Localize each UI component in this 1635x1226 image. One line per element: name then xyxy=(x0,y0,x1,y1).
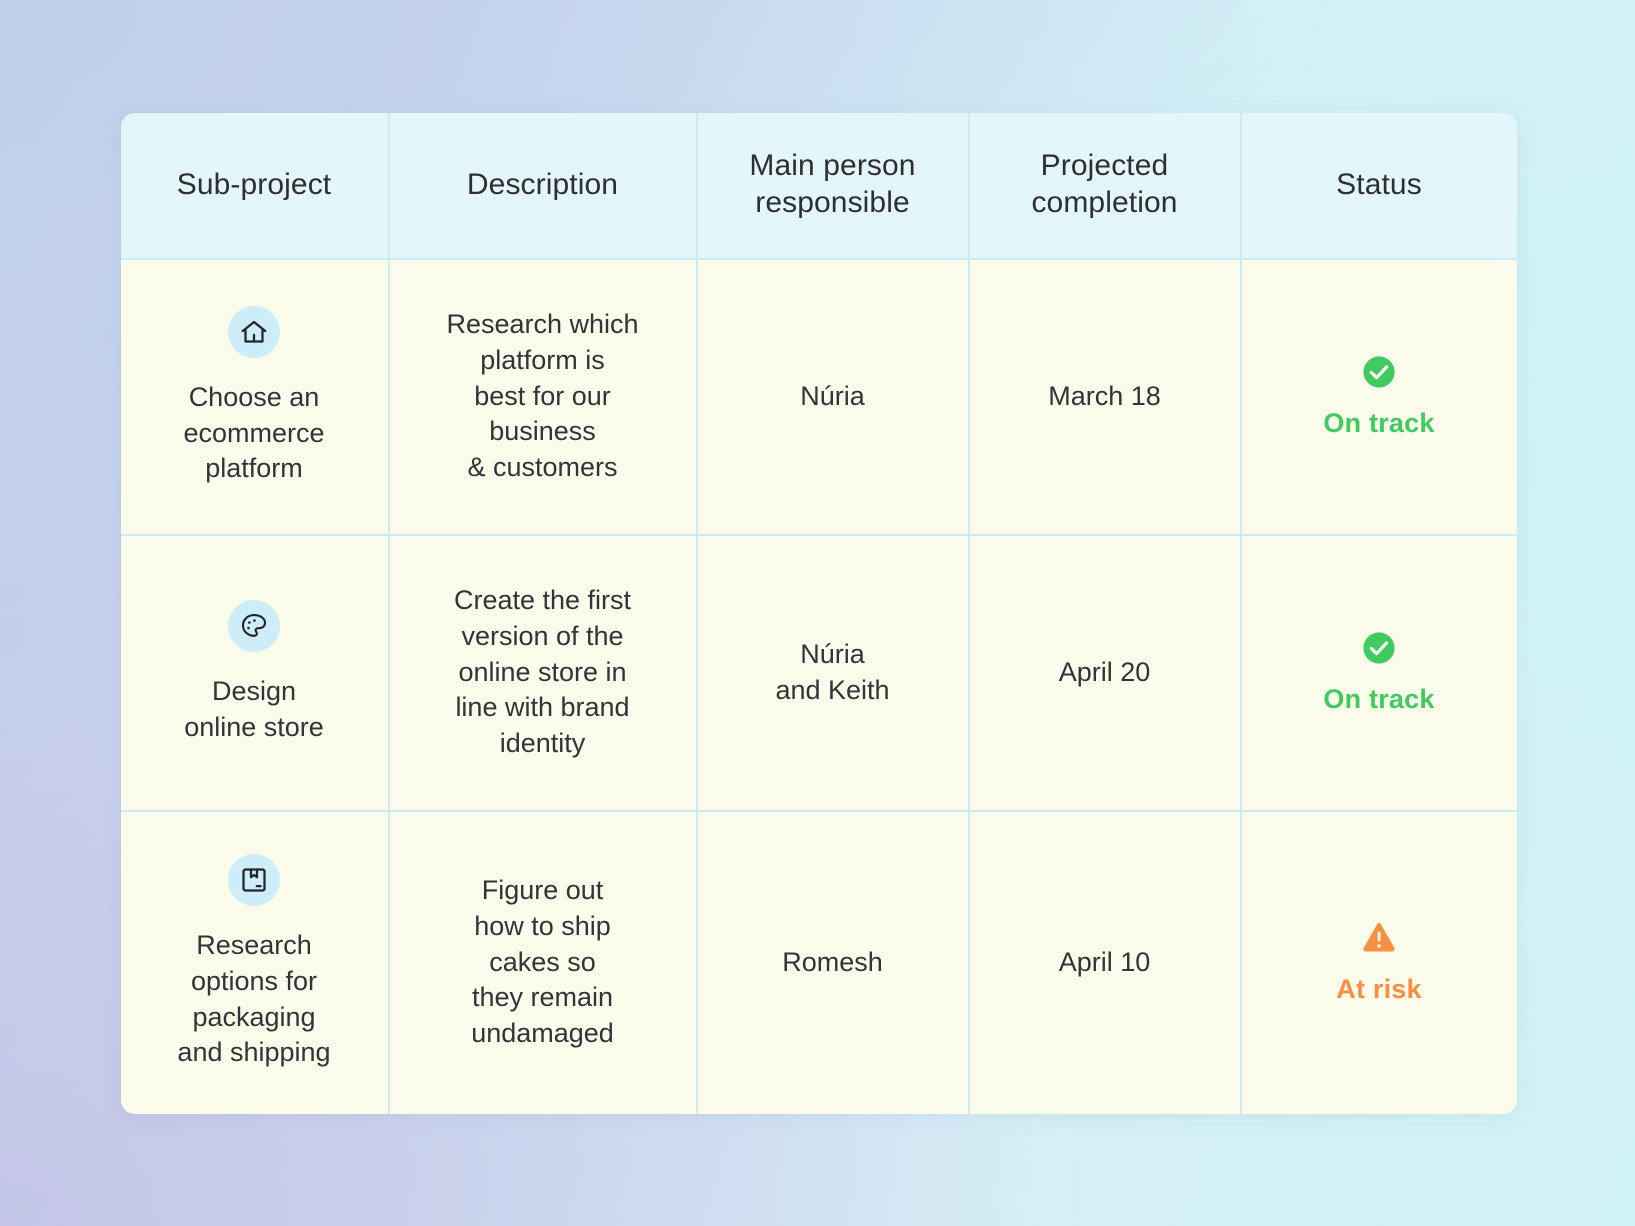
sub-project-line: Choose an xyxy=(188,381,320,412)
header-sub-project: Sub-project xyxy=(121,112,390,258)
description-line: undamaged xyxy=(471,1018,614,1049)
status-label: On track xyxy=(1323,683,1435,714)
warning-triangle-icon xyxy=(1361,921,1397,960)
description-line: they remain xyxy=(471,982,614,1013)
description-line: Research which xyxy=(446,308,639,339)
person-line: and Keith xyxy=(775,674,890,705)
header-projected-line2: completion xyxy=(1031,186,1178,219)
header-status-label: Status xyxy=(1336,167,1422,201)
sub-project-text: Choose an ecommerce platform xyxy=(183,380,324,488)
sub-project-line: Research xyxy=(196,929,312,960)
cell-person: Núria xyxy=(698,259,970,534)
sub-project-line: platform xyxy=(205,453,303,484)
completion-text: April 20 xyxy=(1058,656,1151,687)
table-row: Choose an ecommerce platform Research wh… xyxy=(120,257,1517,534)
description-line: business xyxy=(489,416,596,447)
cell-completion: April 10 xyxy=(970,811,1242,1114)
header-main-person-line2: responsible xyxy=(755,186,910,219)
sub-project-line: Design xyxy=(211,675,297,706)
completion-text: March 18 xyxy=(1048,380,1161,411)
sub-project-text: Research options for packaging and shipp… xyxy=(177,928,330,1072)
description-line: line with brand xyxy=(455,692,630,723)
sub-project-line: and shipping xyxy=(177,1037,331,1068)
project-status-table: Sub-project Description Main person resp… xyxy=(120,112,1517,1114)
sub-project-line: options for xyxy=(190,965,318,996)
person-text: Núria and Keith xyxy=(775,637,889,709)
person-line: Núria xyxy=(800,380,865,411)
description-text: Research which platform is best for our … xyxy=(446,307,638,487)
header-status: Status xyxy=(1242,113,1517,258)
table-row: Research options for packaging and shipp… xyxy=(120,809,1517,1114)
status-badge: On track xyxy=(1323,355,1434,439)
person-text: Romesh xyxy=(782,945,883,981)
table-row: Design online store Create the first ver… xyxy=(120,533,1517,810)
header-description-label: Description xyxy=(466,167,619,201)
cell-sub-project: Research options for packaging and shipp… xyxy=(121,811,390,1114)
person-line: Núria xyxy=(800,638,865,669)
cell-person: Romesh xyxy=(698,811,970,1114)
palette-icon xyxy=(228,599,280,652)
status-label: At risk xyxy=(1336,973,1422,1004)
description-line: Create the first xyxy=(453,584,632,615)
check-circle-icon xyxy=(1362,631,1396,670)
sub-project-line: packaging xyxy=(192,1001,316,1032)
cell-description: Figure out how to ship cakes so they rem… xyxy=(390,811,698,1114)
table-header-row: Sub-project Description Main person resp… xyxy=(120,112,1517,258)
header-main-person-line1: Main person xyxy=(749,149,916,183)
person-text: Núria xyxy=(800,379,865,415)
description-line: platform is xyxy=(480,344,605,375)
header-main-person-responsible: Main person responsible xyxy=(698,112,970,258)
status-label: On track xyxy=(1323,407,1435,438)
description-line: cakes so xyxy=(489,946,596,977)
home-icon xyxy=(228,305,280,358)
cell-description: Research which platform is best for our … xyxy=(390,259,698,534)
description-line: Figure out xyxy=(481,874,604,905)
package-box-icon xyxy=(228,853,280,906)
person-line: Romesh xyxy=(782,946,883,977)
cell-sub-project: Design online store xyxy=(121,535,390,810)
sub-project-text: Design online store xyxy=(184,674,324,746)
status-badge: On track xyxy=(1323,631,1434,715)
cell-description: Create the first version of the online s… xyxy=(390,535,698,810)
cell-completion: March 18 xyxy=(970,259,1242,534)
header-projected-completion: Projected completion xyxy=(970,112,1242,258)
cell-status: At risk xyxy=(1242,812,1517,1114)
header-sub-project-label: Sub-project xyxy=(176,167,332,201)
description-line: version of the xyxy=(461,620,624,651)
description-text: Figure out how to ship cakes so they rem… xyxy=(471,873,614,1053)
cell-status: On track xyxy=(1242,260,1517,534)
cell-completion: April 20 xyxy=(970,535,1242,810)
completion-text: April 10 xyxy=(1058,946,1151,977)
description-line: identity xyxy=(499,728,586,759)
description-line: online store in xyxy=(458,656,627,687)
description-text: Create the first version of the online s… xyxy=(454,583,631,763)
sub-project-line: ecommerce xyxy=(183,417,325,448)
description-line: & customers xyxy=(467,452,618,483)
header-description: Description xyxy=(390,112,698,258)
cell-sub-project: Choose an ecommerce platform xyxy=(121,259,390,534)
check-circle-icon xyxy=(1362,355,1396,394)
description-line: how to ship xyxy=(474,910,611,941)
header-projected-line1: Projected xyxy=(1040,149,1169,183)
status-badge: At risk xyxy=(1336,921,1422,1005)
sub-project-line: online store xyxy=(184,711,324,742)
cell-status: On track xyxy=(1242,536,1517,810)
description-line: best for our xyxy=(474,380,611,411)
cell-person: Núria and Keith xyxy=(698,535,970,810)
